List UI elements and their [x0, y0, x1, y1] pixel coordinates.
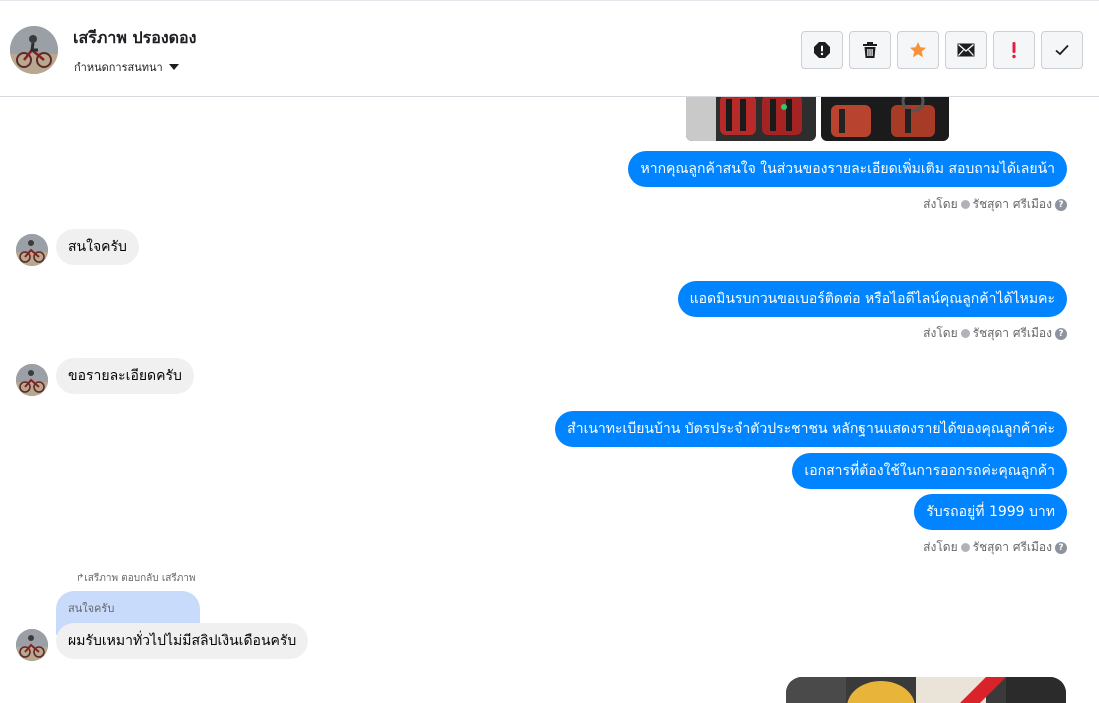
header-actions [801, 31, 1083, 69]
trash-icon [863, 42, 877, 58]
mark-spam-button[interactable] [801, 31, 843, 69]
incoming-message[interactable]: ผมรับเหมาทั่วไปไม่มีสลิปเงินเดือนครับ [56, 623, 309, 659]
sent-by-info: ส่งโดย รัชสุดา ศรีเมือง ? [923, 538, 1067, 557]
agent-status-icon [960, 200, 970, 209]
message-thread[interactable]: หากคุณลูกค้าสนใจ ในส่วนของรายละเอียดเพิ่… [0, 97, 1099, 703]
star-icon [910, 42, 926, 58]
mark-unread-button[interactable] [945, 31, 987, 69]
assign-conversation-dropdown[interactable]: กำหนดการสนทนา [74, 58, 179, 76]
agent-status-icon [960, 329, 970, 338]
follow-up-button[interactable] [993, 31, 1035, 69]
mark-done-button[interactable] [1041, 31, 1083, 69]
sent-by-info: ส่งโดย รัชสุดา ศรีเมือง ? [923, 195, 1067, 214]
help-icon[interactable]: ? [1055, 541, 1067, 554]
incoming-message[interactable]: ขอรายละเอียดครับ [56, 358, 194, 394]
reply-label: ↱เสรีภาพ ตอบกลับ เสรีภาพ [76, 573, 196, 584]
agent-status-icon [960, 543, 970, 552]
contact-name: เสรีภาพ ปรองดอง [73, 28, 197, 47]
sent-by-agent: รัชสุดา ศรีเมือง [972, 540, 1052, 554]
attachment-image[interactable] [686, 97, 816, 141]
checkmark-icon [1055, 44, 1069, 56]
help-icon[interactable]: ? [1055, 198, 1067, 211]
contact-avatar-small [16, 364, 48, 396]
sent-by-agent: รัชสุดา ศรีเมือง [972, 197, 1052, 211]
assign-label: กำหนดการสนทนา [74, 61, 163, 74]
caret-down-icon [168, 64, 179, 70]
outgoing-message[interactable]: เอกสารที่ต้องใช้ในการออกรถค่ะคุณลูกค้า [792, 453, 1067, 489]
outgoing-message[interactable]: รับรถอยู่ที่ 1999 บาท [914, 494, 1067, 530]
exclamation-circle-icon [814, 42, 830, 58]
sent-by-info: ส่งโดย รัชสุดา ศรีเมือง ? [923, 324, 1067, 343]
star-button[interactable] [897, 31, 939, 69]
delete-button[interactable] [849, 31, 891, 69]
contact-avatar[interactable] [10, 26, 58, 74]
outgoing-message[interactable]: แอดมินรบกวนขอเบอร์ติดต่อ หรือไอดีไลน์คุณ… [677, 281, 1067, 317]
envelope-icon [957, 43, 975, 57]
outgoing-message[interactable]: หากคุณลูกค้าสนใจ ในส่วนของรายละเอียดเพิ่… [628, 151, 1067, 187]
contact-avatar-small [16, 234, 48, 266]
contact-avatar-small [16, 629, 48, 661]
sent-by-agent: รัชสุดา ศรีเมือง [972, 326, 1052, 340]
sent-by-prefix: ส่งโดย [923, 540, 958, 554]
sent-by-prefix: ส่งโดย [923, 326, 958, 340]
exclamation-icon [1012, 42, 1016, 59]
attachment-image[interactable] [821, 97, 949, 141]
outgoing-message[interactable]: สำเนาทะเบียนบ้าน บัตรประจำตัวประชาชน หลั… [555, 411, 1067, 447]
incoming-message[interactable]: สนใจครับ [56, 229, 139, 265]
conversation-header: เสรีภาพ ปรองดอง กำหนดการสนทนา [0, 0, 1099, 97]
sent-by-prefix: ส่งโดย [923, 197, 958, 211]
attachment-image[interactable] [786, 677, 1066, 703]
help-icon[interactable]: ? [1055, 327, 1067, 340]
